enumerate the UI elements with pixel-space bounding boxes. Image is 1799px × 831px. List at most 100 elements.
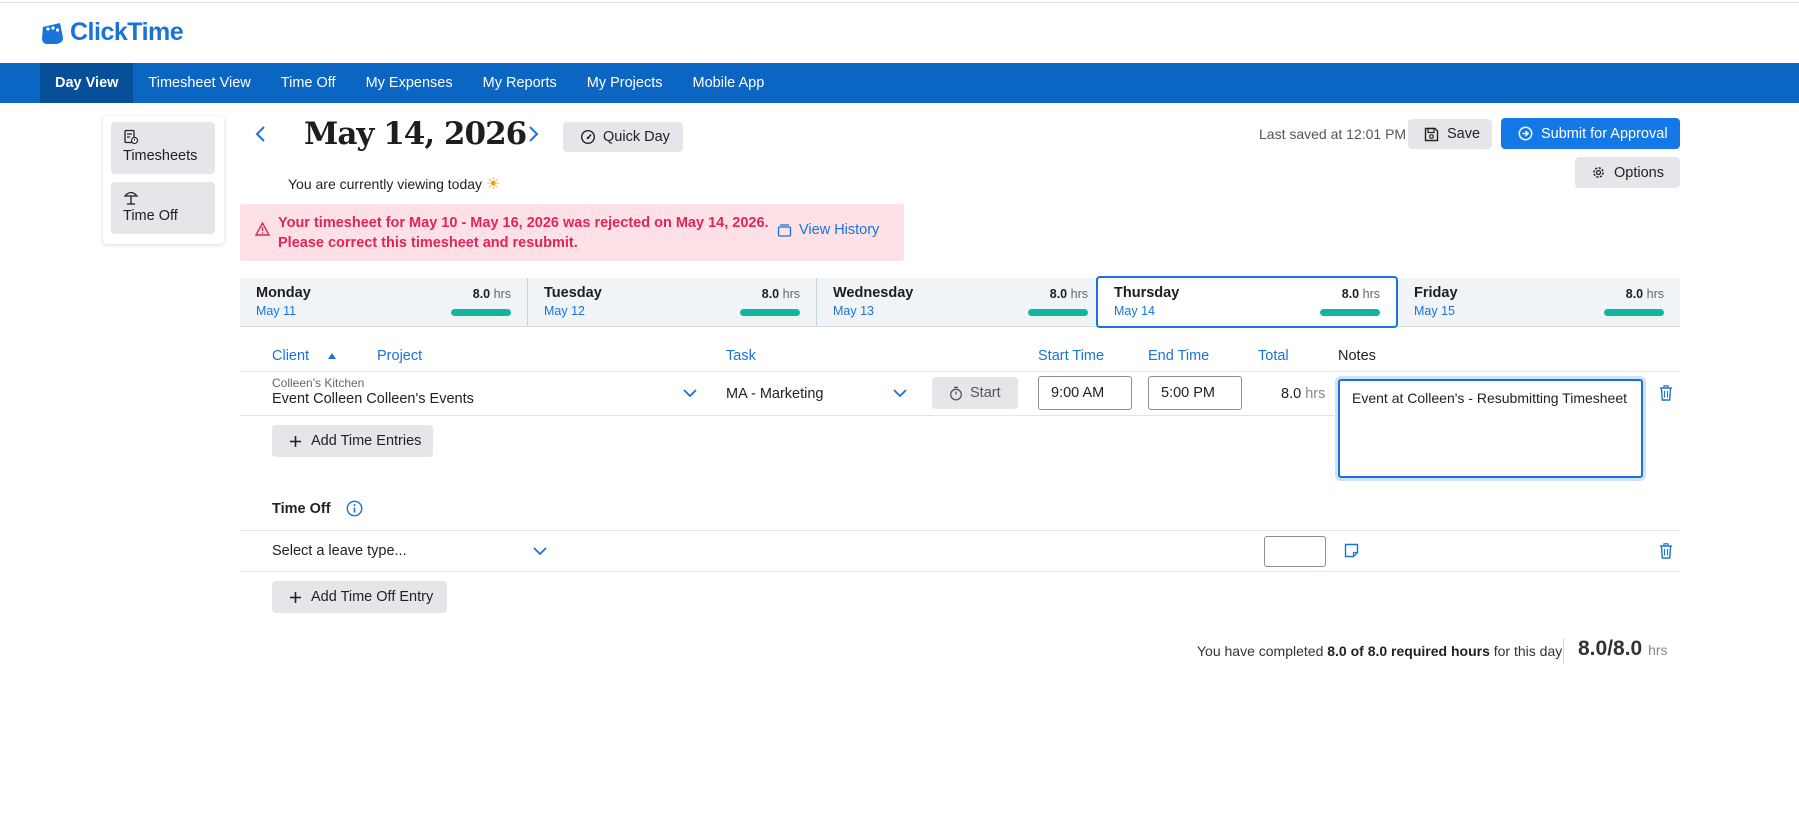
nav-timesheet-view[interactable]: Timesheet View: [133, 63, 265, 103]
add-time-entries-button[interactable]: Add Time Entries: [272, 425, 433, 457]
day-hours: 8.0 hrs: [1626, 287, 1664, 301]
nav-mobile-app[interactable]: Mobile App: [678, 63, 780, 103]
nav-my-expenses[interactable]: My Expenses: [351, 63, 468, 103]
week-day-tabs: Monday May 11 8.0 hrs Tuesday May 12 8.0…: [240, 276, 1680, 328]
next-day-arrow[interactable]: [526, 124, 540, 150]
day-progress-bar: [451, 309, 511, 316]
completion-hours: 8.0 of 8.0 required hours: [1327, 643, 1490, 659]
submit-label: Submit for Approval: [1541, 125, 1668, 142]
notes-textarea[interactable]: Event at Colleen's - Resubmitting Timesh…: [1338, 379, 1643, 478]
quick-day-label: Quick Day: [603, 129, 670, 145]
day-tab-thursday[interactable]: Thursday May 14 8.0 hrs: [1096, 276, 1398, 328]
task-select[interactable]: MA - Marketing: [726, 386, 824, 402]
warning-triangle-icon: [255, 222, 270, 236]
row-divider: [240, 530, 1680, 531]
sidebar-timesheets-label: Timesheets: [123, 148, 198, 164]
quick-day-button[interactable]: Quick Day: [563, 122, 683, 152]
trash-icon[interactable]: [1659, 543, 1673, 559]
history-stack-icon: [777, 224, 792, 237]
stopwatch-icon: [950, 386, 962, 400]
client-project-select[interactable]: Event Colleen Colleen's Events: [272, 391, 474, 407]
rejection-alert: Your timesheet for May 10 - May 16, 2026…: [240, 204, 904, 261]
completion-summary: You have completed 8.0 of 8.0 required h…: [1197, 643, 1562, 659]
chevron-down-icon[interactable]: [532, 546, 548, 556]
clicktime-logo[interactable]: ClickTime: [40, 18, 184, 47]
day-hours-unit: hrs: [1070, 287, 1088, 301]
day-hours-value: 8.0: [1049, 287, 1068, 301]
day-hours-value: 8.0: [1341, 287, 1360, 301]
speedometer-icon: [580, 129, 596, 145]
start-label: Start: [970, 385, 1001, 401]
day-hours-value: 8.0: [761, 287, 780, 301]
day-tab-tuesday[interactable]: Tuesday May 12 8.0 hrs: [528, 278, 817, 326]
day-total: 8.0/8.0 hrs: [1578, 637, 1668, 661]
time-off-hours-input[interactable]: [1264, 536, 1326, 567]
day-tab-monday[interactable]: Monday May 11 8.0 hrs: [240, 278, 528, 326]
trash-icon[interactable]: [1659, 385, 1673, 401]
view-history-label: View History: [799, 222, 880, 238]
column-header-start-time[interactable]: Start Time: [1038, 348, 1104, 364]
row-divider: [240, 371, 1680, 372]
time-off-heading: Time Off: [272, 501, 331, 517]
page-title: May 14, 2026: [304, 116, 527, 152]
column-header-notes: Notes: [1338, 348, 1376, 364]
alert-line-1: Your timesheet for May 10 - May 16, 2026…: [278, 215, 769, 231]
nav-day-view[interactable]: Day View: [40, 63, 134, 103]
summary-divider: [1563, 638, 1564, 664]
add-time-entries-label: Add Time Entries: [311, 433, 422, 449]
day-hours: 8.0 hrs: [1050, 287, 1088, 301]
column-header-client[interactable]: Client: [272, 348, 337, 364]
sun-icon: ☀: [485, 176, 501, 193]
sidebar-timeoff-button[interactable]: Time Off: [111, 182, 215, 234]
entry-total: 8.0 hrs: [1281, 386, 1325, 402]
save-button[interactable]: Save: [1408, 119, 1492, 149]
day-hours: 8.0 hrs: [473, 287, 511, 301]
save-label: Save: [1447, 126, 1481, 142]
column-header-task[interactable]: Task: [726, 348, 756, 364]
column-header-total[interactable]: Total: [1258, 348, 1289, 364]
start-time-input[interactable]: [1038, 376, 1132, 410]
day-tab-wednesday[interactable]: Wednesday May 13 8.0 hrs: [817, 278, 1104, 326]
chevron-down-icon[interactable]: [892, 388, 908, 398]
nav-my-reports[interactable]: My Reports: [468, 63, 572, 103]
day-hours: 8.0 hrs: [1342, 287, 1380, 301]
entry-total-value: 8.0: [1281, 386, 1302, 402]
logo-text: ClickTime: [70, 18, 184, 46]
sticky-note-icon[interactable]: [1344, 543, 1359, 558]
leave-type-select[interactable]: Select a leave type...: [272, 543, 407, 559]
plus-icon: [290, 435, 301, 447]
day-hours-unit: hrs: [493, 287, 511, 301]
view-history-link[interactable]: View History: [777, 222, 879, 238]
floppy-disk-icon: [1424, 127, 1439, 141]
main-nav: Day View Timesheet View Time Off My Expe…: [0, 63, 1799, 103]
previous-day-arrow[interactable]: [254, 124, 268, 150]
start-timer-button[interactable]: Start: [932, 377, 1018, 409]
plus-icon: [290, 591, 301, 603]
day-hours-unit: hrs: [1646, 287, 1664, 301]
day-progress-bar: [1320, 309, 1380, 316]
today-note-text: You are currently viewing today: [288, 176, 483, 192]
today-note: You are currently viewing today ☀: [288, 174, 500, 194]
client-name: Colleen's Kitchen: [272, 376, 365, 390]
mode-sidebar: Timesheets Time Off: [103, 116, 224, 244]
column-header-end-time[interactable]: End Time: [1148, 348, 1209, 364]
nav-my-projects[interactable]: My Projects: [572, 63, 678, 103]
sidebar-timesheets-button[interactable]: Timesheets: [111, 122, 215, 174]
day-tab-friday[interactable]: Friday May 15 8.0 hrs: [1398, 278, 1680, 326]
day-name: Thursday: [1114, 285, 1180, 301]
submit-for-approval-button[interactable]: Submit for Approval: [1501, 118, 1680, 149]
end-time-input[interactable]: [1148, 376, 1242, 410]
chevron-down-icon[interactable]: [682, 388, 698, 398]
day-hours-unit: hrs: [1362, 287, 1380, 301]
add-time-off-entry-button[interactable]: Add Time Off Entry: [272, 581, 447, 613]
completion-prefix: You have completed: [1197, 643, 1324, 659]
nav-time-off[interactable]: Time Off: [266, 63, 351, 103]
column-header-project[interactable]: Project: [377, 348, 422, 364]
logo-icon: [42, 22, 63, 44]
gear-icon: [1593, 167, 1604, 178]
alert-line-2: Please correct this timesheet and resubm…: [278, 235, 578, 251]
info-icon[interactable]: [346, 500, 363, 517]
options-button[interactable]: Options: [1575, 157, 1680, 188]
beach-umbrella-icon: [123, 191, 139, 205]
row-divider: [240, 415, 1338, 416]
